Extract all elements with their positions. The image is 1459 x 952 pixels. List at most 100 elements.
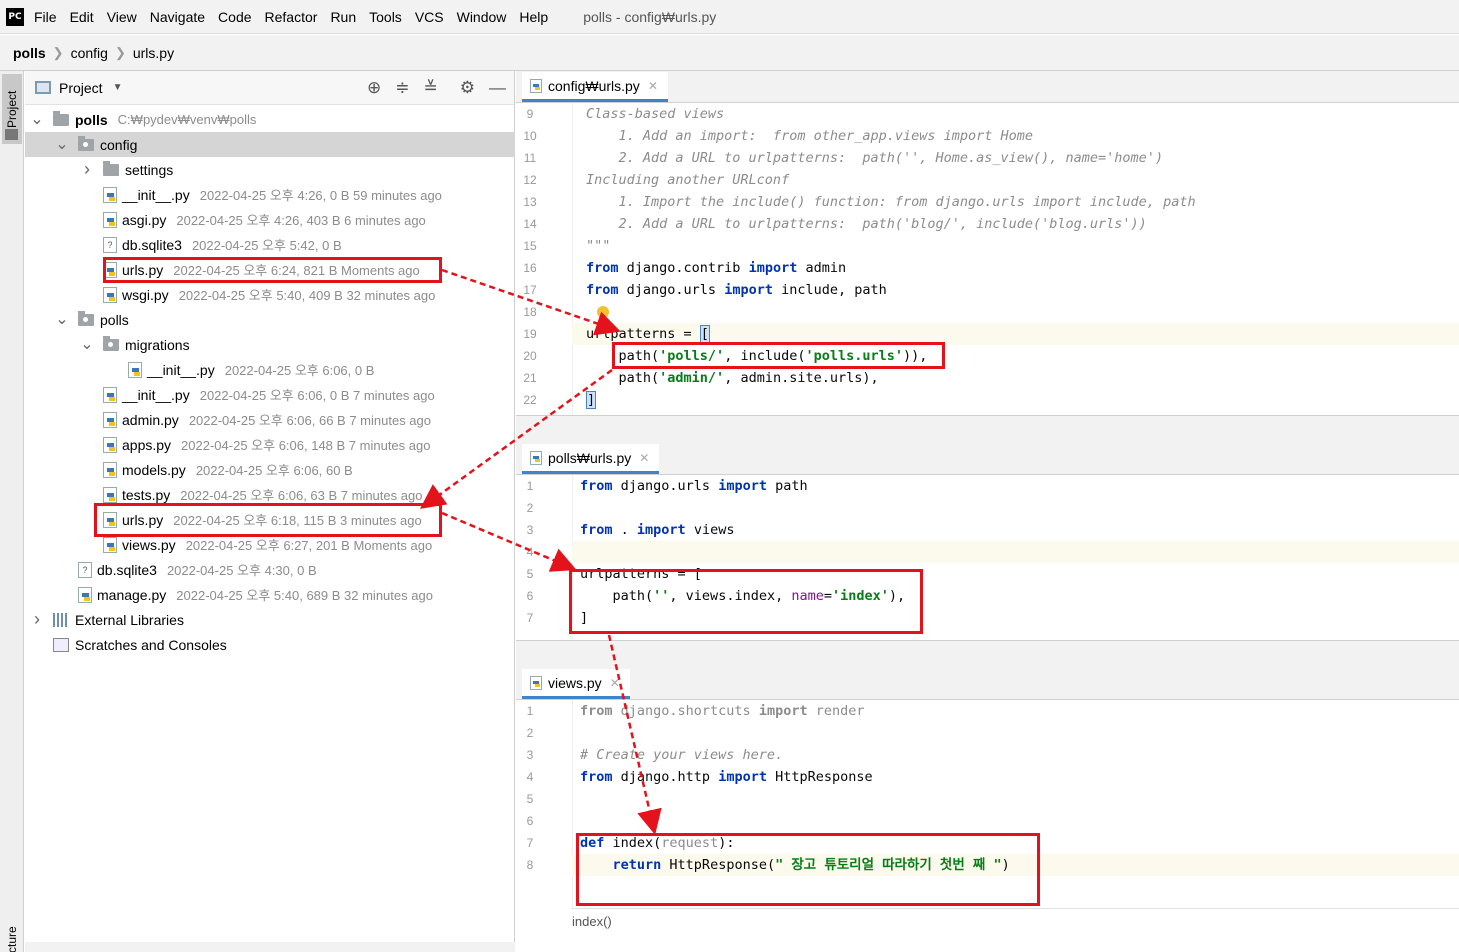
code-line[interactable]: 1. Add an import: from other_app.views i…	[586, 125, 1034, 147]
unknown-file-icon: ?	[78, 561, 92, 578]
chevron-down-icon[interactable]: ⌄	[29, 111, 45, 127]
line-number: 13	[523, 195, 537, 209]
tree-item[interactable]: ⌄ polls	[25, 307, 515, 332]
pane-divider[interactable]	[516, 640, 1459, 668]
line-number: 12	[523, 173, 537, 187]
line-number: 5	[526, 567, 534, 581]
line-number: 7	[526, 836, 534, 850]
tree-item[interactable]: manage.py 2022-04-25 오후 5:40, 689 B 32 mi…	[25, 582, 515, 607]
tree-item[interactable]: apps.py 2022-04-25 오후 6:06, 148 B 7 minut…	[25, 432, 515, 457]
code-line[interactable]: from django.http import HttpResponse	[580, 766, 873, 788]
library-icon	[53, 612, 69, 627]
tree-item-meta: 2022-04-25 오후 4:30, 0 B	[166, 563, 317, 578]
chevron-right-icon[interactable]: ›	[29, 609, 45, 630]
tree-item-label: __init__.py	[147, 361, 215, 378]
code-line[interactable]: ]	[586, 389, 597, 411]
code-line[interactable]: from . import views	[580, 519, 734, 541]
code-line[interactable]: # Create your views here.	[580, 744, 783, 766]
code-editor[interactable]: 9 Class-based views 10 1. Add an import: f…	[516, 103, 1459, 443]
code-line[interactable]: Including another URLconf	[586, 169, 789, 191]
expand-all-icon[interactable]: ≑	[395, 79, 409, 97]
code-line[interactable]: from django.contrib import admin	[586, 257, 846, 279]
hide-icon[interactable]: —	[489, 79, 506, 97]
tree-item-label: asgi.py	[122, 211, 167, 228]
code-breadcrumb[interactable]: index()	[572, 914, 612, 929]
menu-tools[interactable]: Tools	[369, 9, 402, 25]
code-line[interactable]: Class-based views	[586, 103, 724, 125]
lightbulb-icon[interactable]	[597, 306, 609, 318]
chevron-down-icon[interactable]: ⌄	[54, 311, 70, 327]
menu-code[interactable]: Code	[218, 9, 251, 25]
editor-pane-config-urls: config₩urls.py ✕ 9 Class-based views 10 1.…	[516, 71, 1459, 443]
tree-item[interactable]: models.py 2022-04-25 오후 6:06, 60 B	[25, 457, 515, 482]
tree-item[interactable]: __init__.py 2022-04-25 오후 6:06, 0 B 7 min…	[25, 382, 515, 407]
tree-item[interactable]: ⌄ polls C:₩pydev₩venv₩polls	[25, 107, 515, 132]
tree-item[interactable]: › External Libraries	[25, 607, 515, 632]
line-number: 2	[526, 501, 534, 515]
chevron-down-icon[interactable]: ⌄	[54, 136, 70, 152]
tree-item-label: db.sqlite3	[97, 561, 157, 578]
menu-edit[interactable]: Edit	[70, 9, 94, 25]
close-icon[interactable]: ✕	[648, 79, 658, 93]
tree-item-label: __init__.py	[122, 186, 190, 203]
breadcrumb-project[interactable]: polls	[13, 45, 46, 61]
package-folder-icon	[78, 135, 94, 151]
tree-item[interactable]: asgi.py 2022-04-25 오후 4:26, 403 B 6 minut…	[25, 207, 515, 232]
menu-window[interactable]: Window	[457, 9, 507, 25]
code-line[interactable]: 1. Import the include() function: from d…	[586, 191, 1196, 213]
menu-help[interactable]: Help	[519, 9, 548, 25]
code-line[interactable]: path('admin/', admin.site.urls),	[586, 367, 879, 389]
tree-item-meta: 2022-04-25 오후 6:06, 63 B 7 minutes ago	[180, 488, 423, 503]
project-panel-title[interactable]: Project	[59, 80, 103, 96]
menu-view[interactable]: View	[107, 9, 137, 25]
tree-item[interactable]: __init__.py 2022-04-25 오후 6:06, 0 B	[25, 357, 515, 382]
tree-item-label: views.py	[122, 536, 176, 553]
python-file-icon	[103, 461, 117, 478]
collapse-all-icon[interactable]: ≚	[424, 79, 438, 97]
editor-pane-views: views.py ✕ 1 from django.shortcuts import…	[516, 668, 1459, 952]
tab-polls-urls[interactable]: polls₩urls.py ✕	[522, 444, 660, 474]
menu-vcs[interactable]: VCS	[415, 9, 444, 25]
menu-navigate[interactable]: Navigate	[150, 9, 205, 25]
gutter-divider	[572, 103, 573, 443]
gutter-divider	[572, 700, 573, 910]
code-line[interactable]: """	[586, 235, 610, 257]
code-line[interactable]: 2. Add a URL to urlpatterns: path('blog/…	[586, 213, 1147, 235]
tab-label: views.py	[548, 674, 602, 691]
menu-refactor[interactable]: Refactor	[265, 9, 318, 25]
close-icon[interactable]: ✕	[639, 451, 649, 465]
tree-item[interactable]: admin.py 2022-04-25 오후 6:06, 66 B 7 minut…	[25, 407, 515, 432]
code-line[interactable]: from django.urls import include, path	[586, 279, 887, 301]
menu-run[interactable]: Run	[330, 9, 356, 25]
tab-config-urls[interactable]: config₩urls.py ✕	[522, 72, 668, 102]
chevron-down-icon[interactable]: ⌄	[79, 336, 95, 352]
tree-item[interactable]: ? db.sqlite3 2022-04-25 오후 5:42, 0 B	[25, 232, 515, 257]
chevron-right-icon: ❯	[52, 44, 64, 60]
tree-item[interactable]: ⌄ migrations	[25, 332, 515, 357]
menu-file[interactable]: File	[34, 9, 57, 25]
code-line[interactable]: 2. Add a URL to urlpatterns: path('', Ho…	[586, 147, 1164, 169]
code-line[interactable]: from django.urls import path	[580, 475, 808, 497]
pane-divider[interactable]	[516, 415, 1459, 443]
tree-item[interactable]: __init__.py 2022-04-25 오후 4:26, 0 B 59 mi…	[25, 182, 515, 207]
tree-item[interactable]: wsgi.py 2022-04-25 오후 5:40, 409 B 32 minu…	[25, 282, 515, 307]
breadcrumb-file[interactable]: urls.py	[133, 45, 174, 61]
tab-views[interactable]: views.py ✕	[522, 669, 630, 699]
close-icon[interactable]: ✕	[610, 676, 620, 690]
tree-item[interactable]: Scratches and Consoles	[25, 632, 515, 657]
tree-item[interactable]: › settings	[25, 157, 515, 182]
code-line[interactable]: from django.shortcuts import render	[580, 700, 865, 722]
dropdown-arrow-icon[interactable]: ▼	[113, 82, 123, 93]
structure-tool-tab[interactable]: Structure	[2, 906, 22, 952]
tree-item[interactable]: ? db.sqlite3 2022-04-25 오후 4:30, 0 B	[25, 557, 515, 582]
tree-item[interactable]: ⌄ config	[25, 132, 515, 157]
locate-icon[interactable]: ⊕	[367, 79, 381, 97]
chevron-right-icon[interactable]: ›	[79, 159, 95, 180]
tab-label: polls₩urls.py	[548, 449, 632, 466]
current-line-highlight	[572, 541, 1459, 563]
pycharm-logo-icon: PC	[6, 7, 24, 26]
breadcrumb-folder[interactable]: config	[71, 45, 108, 61]
highlight-box-include	[612, 342, 945, 369]
gear-icon[interactable]: ⚙	[460, 79, 475, 97]
python-file-icon	[103, 286, 117, 303]
